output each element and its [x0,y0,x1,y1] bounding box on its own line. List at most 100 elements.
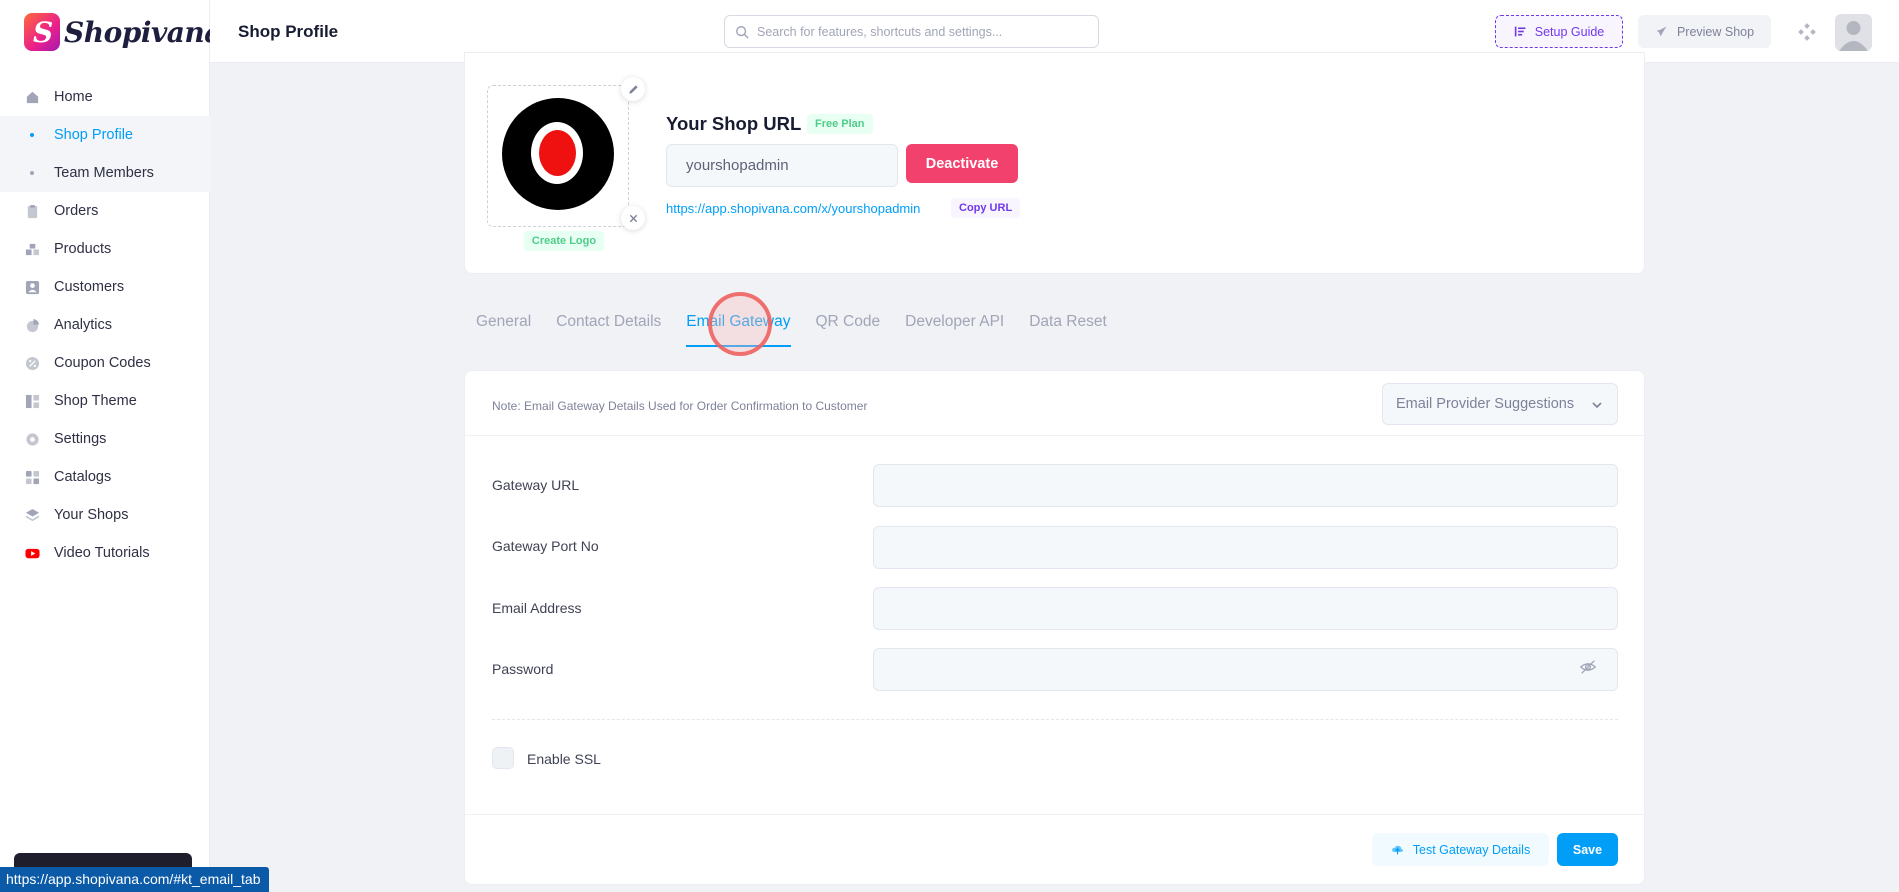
create-logo-button[interactable]: Create Logo [524,231,604,251]
sidebar-item-video-tutorials[interactable]: Video Tutorials [0,534,210,572]
sidebar-item-orders[interactable]: Orders [0,192,210,230]
preview-shop-button[interactable]: Preview Shop [1638,15,1771,48]
percent-icon [24,355,40,371]
shop-handle-input[interactable] [666,144,898,187]
search-icon [736,25,749,39]
email-provider-select[interactable]: Email Provider Suggestions [1382,383,1618,425]
sidebar-item-label: Your Shops [54,507,129,523]
copy-url-button[interactable]: Copy URL [951,198,1021,218]
logo-upload-area[interactable] [487,85,629,227]
layout-icon [24,393,40,409]
plan-badge: Free Plan [807,114,873,134]
sidebar-item-label: Shop Theme [54,393,137,409]
edit-logo-button[interactable] [621,77,645,101]
sidebar-item-label: Video Tutorials [54,545,150,561]
bullet-icon [24,133,40,137]
youtube-icon [24,545,40,561]
sidebar-item-coupon-codes[interactable]: Coupon Codes [0,344,210,382]
user-avatar[interactable] [1835,14,1872,51]
sidebar-item-label: Catalogs [54,469,112,485]
eye-slash-icon[interactable] [1579,658,1597,676]
sidebar-item-team-members[interactable]: Team Members [0,154,210,192]
logo-core [539,130,576,176]
tab-qr-code[interactable]: QR Code [816,313,881,347]
tab-developer-api[interactable]: Developer API [905,313,1004,347]
shopivana-logo-mark [24,13,60,51]
email-address-label: Email Address [492,600,582,616]
search-input[interactable] [757,24,1077,39]
settings-tabs: General Contact Details Email Gateway QR… [476,313,1132,347]
sidebar-item-settings[interactable]: Settings [0,420,210,458]
pie-chart-icon [24,317,40,333]
sidebar-item-label: Team Members [54,165,154,181]
shop-logo-image [502,98,614,210]
sidebar-item-label: Shop Profile [54,127,133,143]
bullet-icon [24,171,40,175]
sidebar-item-label: Analytics [54,317,113,333]
brand-name: Shopivana [64,15,222,49]
sidebar-item-your-shops[interactable]: Your Shops [0,496,210,534]
sidebar-item-label: Customers [54,279,125,295]
sidebar-item-products[interactable]: Products [0,230,210,268]
email-gateway-card: Note: Email Gateway Details Used for Ord… [464,370,1645,885]
shop-url-link[interactable]: https://app.shopivana.com/x/yourshopadmi… [666,201,920,216]
flag-list-icon [1514,26,1526,37]
enable-ssl-label: Enable SSL [527,751,601,767]
chevron-down-icon [1592,402,1602,409]
rocket-icon [1656,26,1667,37]
form-header: Note: Email Gateway Details Used for Ord… [465,371,1644,436]
sidebar-item-shop-theme[interactable]: Shop Theme [0,382,210,420]
sidebar-item-label: Coupon Codes [54,355,151,371]
setup-guide-label: Setup Guide [1534,24,1605,39]
sidebar-item-label: Settings [54,431,107,447]
products-icon [24,241,40,257]
pencil-icon [628,84,638,94]
grid-icon [24,469,40,485]
gateway-url-label: Gateway URL [492,477,580,493]
gateway-port-label: Gateway Port No [492,538,599,554]
apps-icon[interactable] [1797,22,1817,42]
preview-shop-label: Preview Shop [1676,24,1755,39]
sidebar: Shopivana Home Shop Profile Team Members… [0,0,222,892]
shop-url-heading: Your Shop URL [666,113,802,134]
tab-contact-details[interactable]: Contact Details [556,313,661,347]
email-gateway-note: Note: Email Gateway Details Used for Ord… [492,399,868,413]
click-indicator [708,292,772,356]
status-bar-url: https://app.shopivana.com/#kt_email_tab [0,867,269,892]
home-icon [24,89,40,105]
provider-select-label: Email Provider Suggestions [1396,396,1575,412]
password-label: Password [492,661,554,677]
sidebar-item-analytics[interactable]: Analytics [0,306,210,344]
brand-logo[interactable]: Shopivana [24,12,222,52]
remove-logo-button[interactable] [621,206,645,230]
sidebar-item-label: Products [54,241,112,257]
tab-general[interactable]: General [476,313,531,347]
user-icon [24,279,40,295]
sidebar-item-home[interactable]: Home [0,78,210,116]
sidebar-item-label: Orders [54,203,99,219]
cloud-upload-icon [1391,845,1403,855]
clipboard-icon [24,203,40,219]
close-icon [629,214,637,222]
save-button[interactable]: Save [1557,833,1618,866]
enable-ssl-checkbox[interactable] [492,747,514,769]
sidebar-item-shop-profile[interactable]: Shop Profile [0,116,210,154]
shop-profile-card: Create Logo Your Shop URL Free Plan Deac… [464,52,1645,274]
test-gateway-button[interactable]: Test Gateway Details [1372,833,1549,866]
setup-guide-button[interactable]: Setup Guide [1495,15,1623,48]
email-address-input[interactable] [873,587,1618,630]
page-title: Shop Profile [238,22,339,41]
form-divider [492,719,1618,720]
sidebar-item-customers[interactable]: Customers [0,268,210,306]
deactivate-button[interactable]: Deactivate [906,144,1018,183]
sidebar-nav: Home Shop Profile Team Members Orders Pr… [0,78,210,572]
sidebar-item-catalogs[interactable]: Catalogs [0,458,210,496]
search-box[interactable] [724,15,1099,48]
layers-icon [24,507,40,523]
password-input[interactable] [873,648,1618,691]
test-gateway-label: Test Gateway Details [1412,842,1531,857]
sidebar-item-label: Home [54,89,93,105]
gateway-port-input[interactable] [873,526,1618,569]
gateway-url-input[interactable] [873,464,1618,507]
tab-data-reset[interactable]: Data Reset [1029,313,1107,347]
